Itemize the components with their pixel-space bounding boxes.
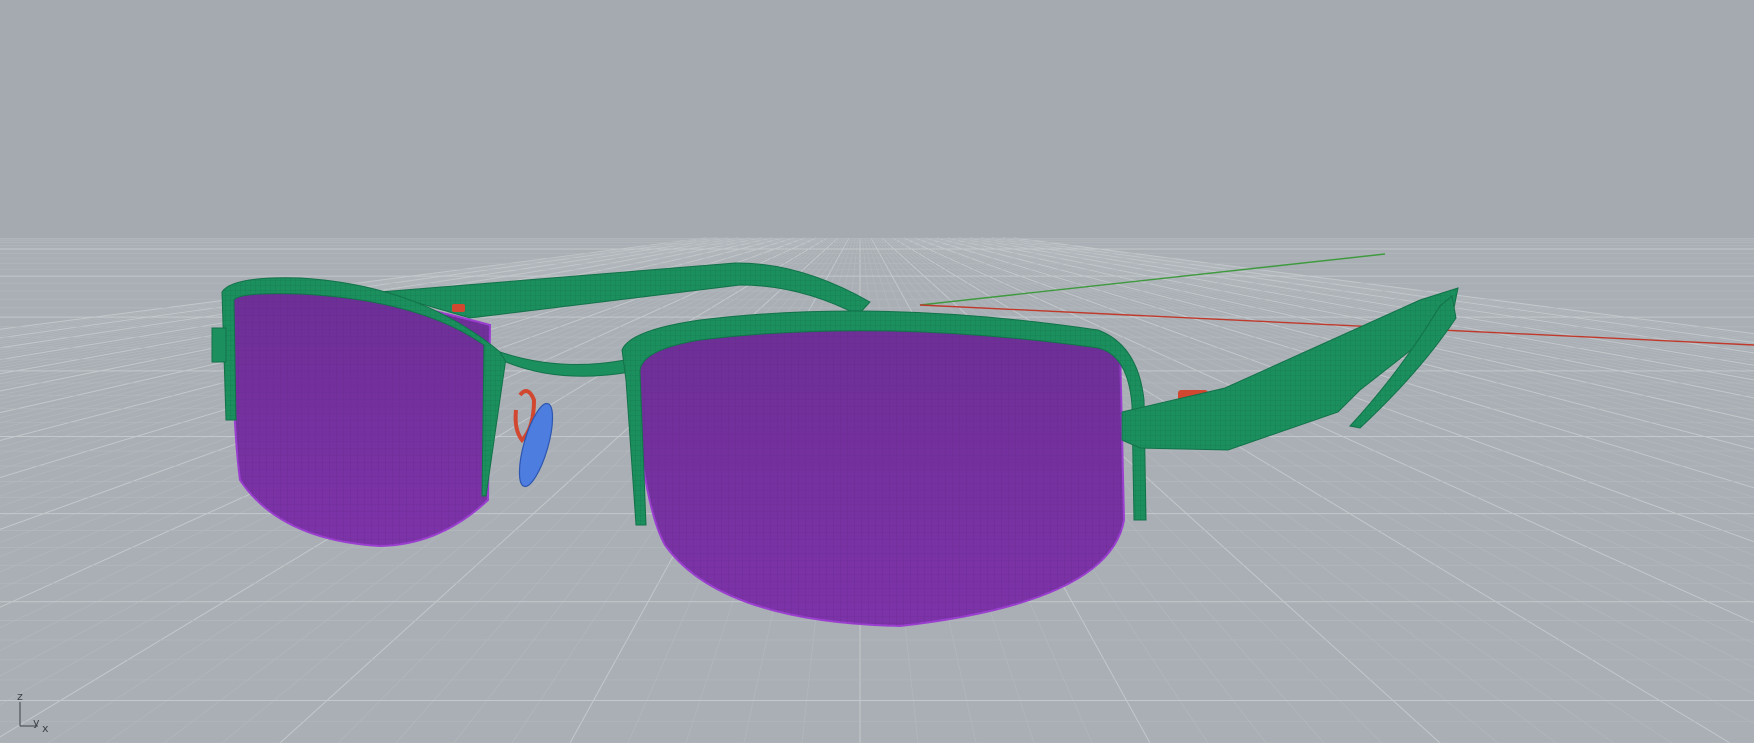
far-hinge-screw (452, 304, 465, 312)
axis-label-x: x (42, 722, 49, 735)
left-end-piece (211, 327, 227, 363)
axis-label-y: y (33, 716, 40, 729)
viewport-canvas[interactable] (0, 0, 1754, 743)
axis-label-z: z (17, 690, 23, 703)
rhino-perspective-viewport[interactable]: z y x (0, 0, 1754, 743)
